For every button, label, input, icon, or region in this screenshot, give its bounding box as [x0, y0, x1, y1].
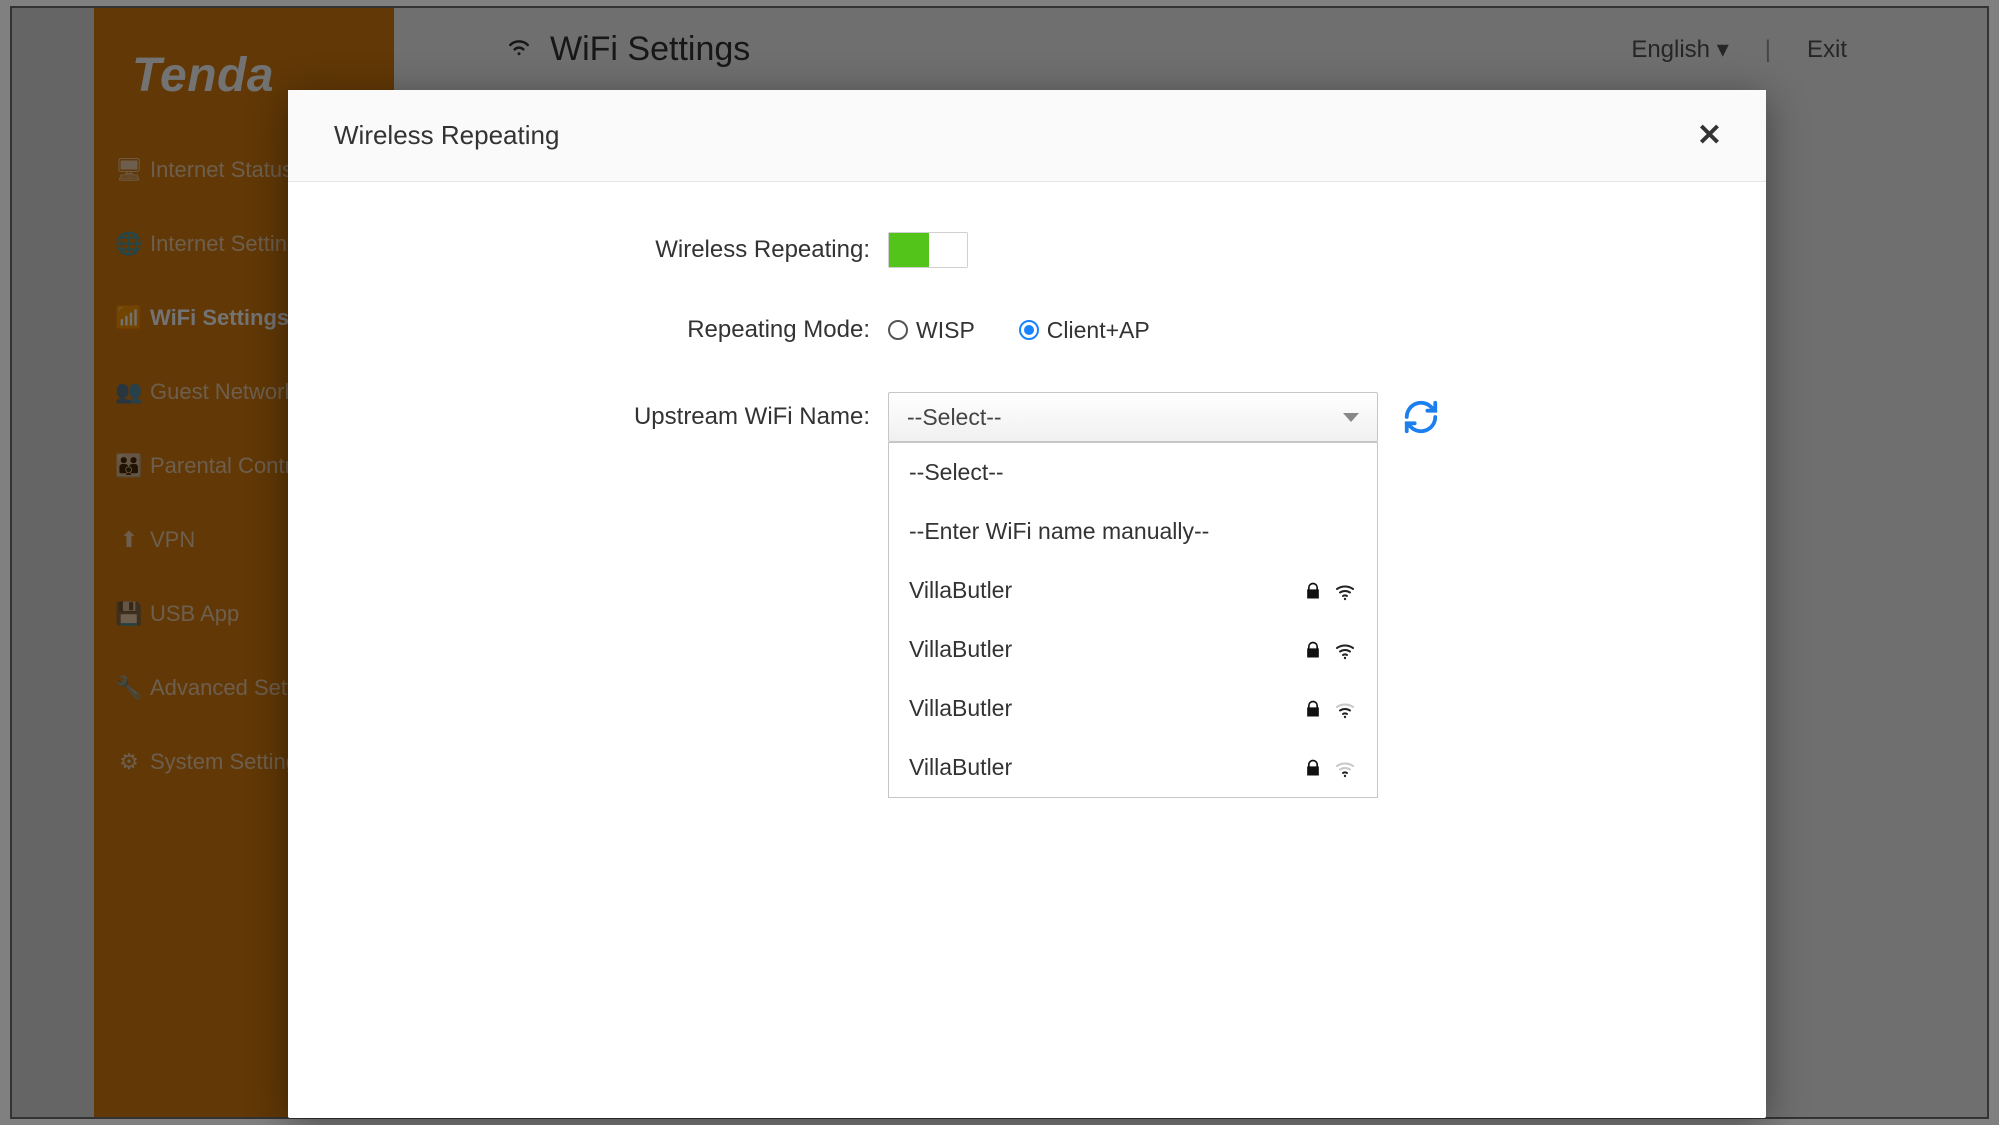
wifi-option-label: VillaButler [909, 754, 1012, 781]
wifi-option-icons [1303, 638, 1357, 662]
lock-icon [1303, 699, 1323, 719]
repeating-mode-radio-group: WISP Client+AP [888, 317, 1150, 344]
lock-icon [1303, 640, 1323, 660]
wifi-option[interactable]: VillaButler [889, 738, 1377, 797]
wireless-repeating-toggle[interactable] [888, 232, 968, 268]
radio-icon [1019, 320, 1039, 340]
radio-option-client-ap[interactable]: Client+AP [1019, 317, 1150, 344]
refresh-button[interactable] [1402, 398, 1440, 436]
modal-body: Wireless Repeating: Repeating Mode: [288, 182, 1766, 1118]
radio-label: Client+AP [1047, 317, 1150, 344]
wireless-repeating-modal: Wireless Repeating ✕ Wireless Repeating:… [288, 90, 1766, 1118]
wifi-option-label: --Enter WiFi name manually-- [909, 518, 1209, 545]
wifi-signal-icon [1333, 756, 1357, 780]
wifi-option[interactable]: --Select-- [889, 443, 1377, 502]
upstream-wifi-select[interactable]: --Select-- [888, 392, 1378, 442]
modal-title: Wireless Repeating [334, 120, 559, 151]
wifi-option[interactable]: VillaButler [889, 561, 1377, 620]
upstream-wifi-dropdown: --Select-- --Enter WiFi name manually-- Vi… [888, 442, 1378, 798]
radio-label: WISP [916, 317, 975, 344]
radio-icon [888, 320, 908, 340]
chevron-down-icon [1343, 413, 1359, 422]
wifi-option-icons [1303, 579, 1357, 603]
modal-header: Wireless Repeating ✕ [288, 90, 1766, 182]
wifi-option-icons [1303, 756, 1357, 780]
wifi-option[interactable]: VillaButler [889, 679, 1377, 738]
refresh-icon [1402, 398, 1440, 436]
wifi-option-icons [1303, 697, 1357, 721]
wifi-signal-icon [1333, 697, 1357, 721]
repeating-mode-label: Repeating Mode: [328, 316, 888, 344]
wifi-option[interactable]: VillaButler [889, 620, 1377, 679]
wireless-repeating-label: Wireless Repeating: [328, 236, 888, 264]
close-icon: ✕ [1697, 119, 1722, 152]
upstream-wifi-label: Upstream WiFi Name: [328, 403, 888, 431]
app-frame: Tenda 🖥Internet Status🌐Internet Settings… [10, 6, 1989, 1119]
toggle-on-indicator [889, 233, 929, 267]
wifi-option-label: VillaButler [909, 577, 1012, 604]
wifi-option-label: VillaButler [909, 636, 1012, 663]
close-button[interactable]: ✕ [1689, 114, 1730, 157]
upstream-wifi-select-wrap: --Select-- --Select----Enter WiFi name m… [888, 392, 1378, 442]
wifi-option[interactable]: --Enter WiFi name manually-- [889, 502, 1377, 561]
wifi-option-label: --Select-- [909, 459, 1004, 486]
select-value: --Select-- [907, 404, 1002, 431]
lock-icon [1303, 581, 1323, 601]
wifi-signal-icon [1333, 638, 1357, 662]
radio-option-wisp[interactable]: WISP [888, 317, 975, 344]
lock-icon [1303, 758, 1323, 778]
wifi-option-label: VillaButler [909, 695, 1012, 722]
wifi-signal-icon [1333, 579, 1357, 603]
